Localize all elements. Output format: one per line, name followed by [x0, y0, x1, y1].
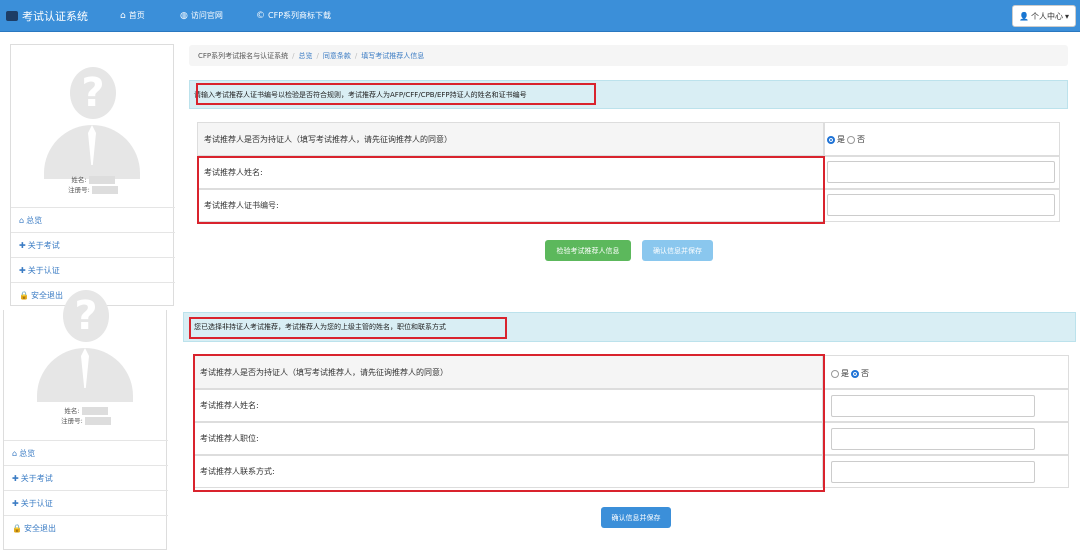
radio-group: 是 否: [831, 368, 869, 379]
nav-home[interactable]: ⌂ 首页: [120, 10, 145, 21]
highlight-box: [189, 317, 507, 339]
highlight-box: [193, 354, 825, 492]
sidebar-item-label: 安全退出: [23, 523, 56, 533]
breadcrumb-root[interactable]: CFP系列考试报名与认证系统: [198, 51, 288, 61]
sidebar-item-overview[interactable]: ⌂ 总览: [11, 207, 175, 232]
copyright-icon: ©: [256, 10, 265, 21]
sidebar-item-label: 关于认证: [20, 498, 53, 508]
sidebar-item-label: 关于考试: [20, 473, 53, 483]
lock-icon: 🔒: [19, 290, 29, 300]
caret-down-icon: ▾: [1064, 11, 1069, 21]
plus-icon: ✚: [12, 498, 19, 508]
radio-no-label: 否: [857, 135, 865, 144]
supervisor-name-input[interactable]: [831, 395, 1035, 417]
sidebar-item-label: 总览: [26, 215, 43, 225]
referrer-cert-input[interactable]: [827, 194, 1055, 216]
top-navbar: 考试认证系统 ⌂ 首页 ◍ 访问官网 © CFP系列商标下载 👤 个人中心 ▾: [0, 0, 1080, 32]
nav-cfp-download[interactable]: © CFP系列商标下载: [256, 10, 331, 21]
lock-icon: 🔒: [12, 523, 22, 533]
radio-yes-label: 是: [837, 135, 845, 144]
breadcrumb-current: 填写考试推荐人信息: [361, 51, 425, 60]
user-center-button[interactable]: 👤 个人中心 ▾: [1012, 5, 1076, 27]
plus-icon: ✚: [19, 240, 26, 250]
sidebar-item-cert[interactable]: ✚ 关于认证: [4, 490, 168, 515]
name-label: 姓名:: [71, 176, 87, 184]
home-icon: ⌂: [120, 10, 126, 21]
graduation-cap-icon: [6, 11, 18, 21]
sidebar-item-exam[interactable]: ✚ 关于考试: [11, 232, 175, 257]
sidebar-item-label: 关于认证: [27, 265, 60, 275]
supervisor-position-input[interactable]: [831, 428, 1035, 450]
sidebar-profile: ? 姓名: 注册号: ⌂ 总览 ✚ 关于考试 ✚ 关于认证 🔒 安全退出: [10, 44, 175, 306]
globe-icon: ◍: [180, 10, 188, 21]
profile-info: 姓名: 注册号:: [4, 406, 168, 426]
radio-yes[interactable]: [827, 135, 835, 144]
name-label: 姓名:: [64, 407, 80, 415]
question-label: 考试推荐人是否为持证人（填写考试推荐人，请先征询推荐人的同意）: [204, 134, 452, 144]
sidebar-item-overview[interactable]: ⌂ 总览: [4, 440, 168, 465]
save-button[interactable]: 确认信息并保存: [642, 240, 713, 261]
referrer-name-input[interactable]: [827, 161, 1055, 183]
nav-website[interactable]: ◍ 访问官网: [180, 10, 223, 21]
avatar-placeholder: ?: [37, 288, 133, 402]
profile-info: 姓名: 注册号:: [11, 175, 175, 195]
reg-label: 注册号:: [68, 186, 90, 194]
question-icon: ?: [63, 290, 109, 342]
question-icon: ?: [70, 67, 116, 119]
nav-home-label: 首页: [128, 11, 145, 20]
plus-icon: ✚: [12, 473, 19, 483]
supervisor-contact-input[interactable]: [831, 461, 1035, 483]
highlight-box: [196, 83, 596, 105]
radio-no[interactable]: [851, 369, 859, 378]
plus-icon: ✚: [19, 265, 26, 275]
avatar-placeholder: ?: [44, 65, 140, 179]
breadcrumb: CFP系列考试报名与认证系统 / 总览 / 同意条款 / 填写考试推荐人信息: [189, 45, 1068, 66]
breadcrumb-overview[interactable]: 总览: [299, 51, 313, 61]
nav-website-label: 访问官网: [190, 11, 223, 20]
brand-title: 考试认证系统: [22, 10, 88, 23]
highlight-box: [197, 156, 825, 224]
home-icon: ⌂: [19, 215, 25, 225]
sidebar-item-label: 关于考试: [27, 240, 60, 250]
sidebar-item-cert[interactable]: ✚ 关于认证: [11, 257, 175, 282]
user-center-label: 个人中心: [1030, 11, 1063, 21]
save-button[interactable]: 确认信息并保存: [601, 507, 671, 528]
nav-cfp-label: CFP系列商标下载: [268, 11, 332, 20]
sidebar-item-label: 总览: [19, 448, 36, 458]
question-row: 考试推荐人是否为持证人（填写考试推荐人，请先征询推荐人的同意）: [197, 122, 824, 156]
breadcrumb-terms[interactable]: 同意条款: [323, 51, 351, 61]
brand[interactable]: 考试认证系统: [6, 8, 88, 24]
reg-label: 注册号:: [61, 417, 83, 425]
radio-no-label: 否: [861, 369, 869, 378]
user-icon: 👤: [1019, 11, 1029, 21]
radio-group: 是 否: [827, 134, 865, 145]
radio-no[interactable]: [847, 135, 855, 144]
home-icon: ⌂: [12, 448, 18, 458]
check-referrer-button[interactable]: 检验考试推荐人信息: [545, 240, 631, 261]
sidebar-profile: ? 姓名: 注册号: ⌂ 总览 ✚ 关于考试 ✚ 关于认证 🔒 安全退出: [3, 290, 168, 550]
radio-yes-label: 是: [841, 369, 849, 378]
sidebar-item-logout[interactable]: 🔒 安全退出: [4, 515, 168, 540]
sidebar-item-exam[interactable]: ✚ 关于考试: [4, 465, 168, 490]
radio-yes[interactable]: [831, 369, 839, 378]
